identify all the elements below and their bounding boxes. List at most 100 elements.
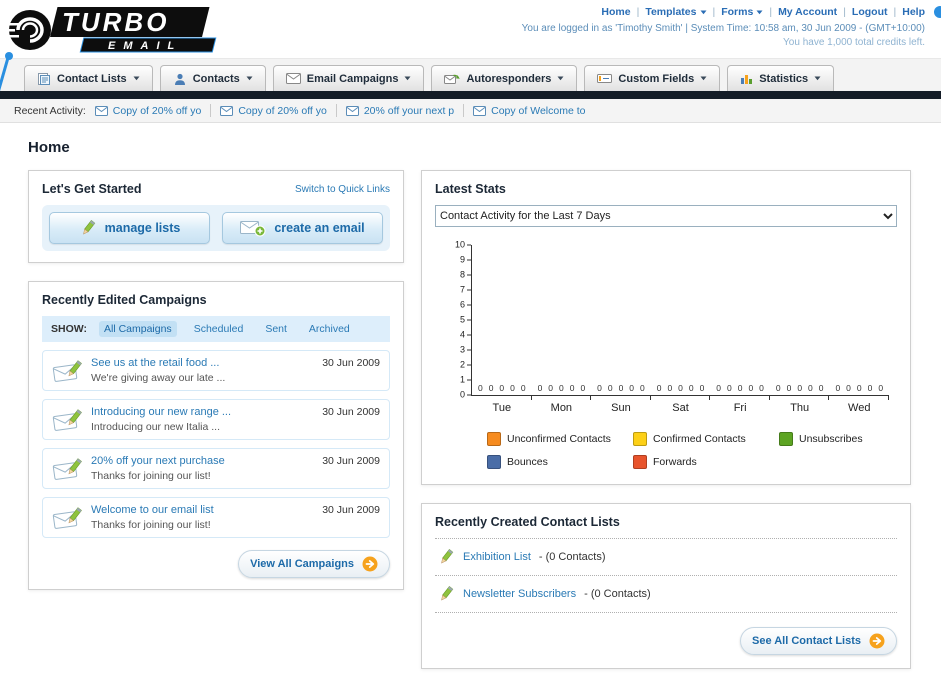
chevron-down-icon <box>700 76 707 81</box>
contact-list-link[interactable]: Exhibition List <box>463 551 531 563</box>
campaign-tab-archived[interactable]: Archived <box>304 321 355 337</box>
view-all-campaigns-button[interactable]: View All Campaigns <box>238 550 390 578</box>
nav-tab-contact-lists[interactable]: Contact Lists <box>24 65 153 91</box>
pencil-icon <box>437 548 455 566</box>
y-axis-tick: 0 <box>460 390 471 400</box>
autoresponders-icon <box>444 73 461 85</box>
statistics-icon <box>740 72 753 85</box>
campaign-subject: Introducing our new Italia ... <box>91 421 220 433</box>
email-campaigns-icon <box>285 73 301 84</box>
campaign-item[interactable]: Welcome to our email list Thanks for joi… <box>42 497 390 538</box>
campaign-tab-scheduled[interactable]: Scheduled <box>189 321 249 337</box>
activity-item[interactable]: Copy of 20% off yo <box>220 105 327 117</box>
view-all-campaigns-label: View All Campaigns <box>250 558 354 570</box>
link-separator: | <box>769 6 773 18</box>
chevron-down-icon <box>557 76 564 81</box>
campaign-title-link[interactable]: 20% off your next purchase <box>91 455 313 467</box>
campaign-item[interactable]: See us at the retail food ... We're givi… <box>42 350 390 391</box>
activity-item-label: 20% off your next p <box>363 104 455 117</box>
pencil-icon <box>437 585 455 603</box>
legend-item-unsubscribes: Unsubscribes <box>779 432 925 446</box>
left-column: Let's Get Started Switch to Quick Links … <box>28 170 404 590</box>
y-axis-tick: 6 <box>460 300 471 310</box>
switch-quick-links-link[interactable]: Switch to Quick Links <box>295 184 390 195</box>
y-axis-tick: 2 <box>460 360 471 370</box>
x-axis-label: Sun <box>611 402 631 414</box>
legend-item-confirmed-contacts: Confirmed Contacts <box>633 432 779 446</box>
header-link-help[interactable]: Help <box>902 6 925 18</box>
turbo-email-app: TURBO EMAIL Home | Templates | Forms | My Acco… <box>0 0 941 683</box>
chart-group-sat: 00000 <box>651 383 711 400</box>
header-link-templates[interactable]: Templates <box>645 6 706 18</box>
activity-item-label: Copy of 20% off yo <box>112 104 202 117</box>
envelope-pencil-icon <box>52 457 82 481</box>
activity-item[interactable]: 20% off your next p <box>345 104 455 117</box>
campaign-subject: Thanks for joining our list! <box>91 519 211 531</box>
campaign-title-link[interactable]: See us at the retail food ... <box>91 357 313 369</box>
x-axis-label: Fri <box>733 402 747 414</box>
nav-tabs: Contact Lists Contacts Email Campaigns A… <box>24 65 835 91</box>
activity-item-label: Copy of Welcome to <box>491 104 586 117</box>
legend-item-unconfirmed-contacts: Unconfirmed Contacts <box>487 432 633 446</box>
turbo-email-logo[interactable]: TURBO EMAIL <box>4 5 256 60</box>
recent-activity-bar: Recent Activity: Copy of 20% off yo Copy… <box>0 99 941 123</box>
envelope-icon <box>220 105 234 116</box>
y-axis-tick: 9 <box>460 255 471 265</box>
contact-list-items: Exhibition List - (0 Contacts) Newslette… <box>435 539 897 613</box>
campaign-item[interactable]: 20% off your next purchase Thanks for jo… <box>42 448 390 489</box>
envelope-pencil-icon <box>52 408 82 432</box>
nav-tab-autoresponders[interactable]: Autoresponders <box>431 65 578 91</box>
campaign-title-link[interactable]: Introducing our new range ... <box>91 406 313 418</box>
contact-list-item[interactable]: Exhibition List - (0 Contacts) <box>435 539 897 576</box>
envelope-icon <box>94 105 108 116</box>
campaign-tab-sent[interactable]: Sent <box>260 321 292 337</box>
activity-item[interactable]: Copy of Welcome to <box>473 105 585 117</box>
header-link-logout[interactable]: Logout <box>852 6 888 18</box>
create-email-button[interactable]: create an email <box>222 212 383 244</box>
header-link-my-account[interactable]: My Account <box>778 6 837 18</box>
x-axis-label: Thu <box>790 402 810 414</box>
see-all-contact-lists-label: See All Contact Lists <box>751 635 861 647</box>
contact-lists-icon <box>37 72 51 86</box>
contact-lists-panel-title: Recently Created Contact Lists <box>435 515 897 539</box>
chevron-down-icon <box>246 76 253 81</box>
activity-item-label: Copy of 20% off yo <box>238 104 327 117</box>
envelope-icon <box>473 105 487 116</box>
nav-tab-statistics[interactable]: Statistics <box>727 65 835 91</box>
right-column: Latest Stats Contact Activity for the La… <box>421 170 911 669</box>
campaign-item[interactable]: Introducing our new range ... Introducin… <box>42 399 390 440</box>
y-axis-tick: 7 <box>460 285 471 295</box>
decoration-dot <box>934 6 941 18</box>
y-axis-tick: 5 <box>460 315 471 325</box>
manage-lists-label: manage lists <box>104 221 181 235</box>
stats-filter-select[interactable]: Contact Activity for the Last 7 Days <box>435 205 897 227</box>
y-axis-tick: 4 <box>460 330 471 340</box>
logo-graphic: TURBO EMAIL <box>4 7 217 53</box>
x-axis-label: Tue <box>492 402 512 414</box>
see-all-contact-lists-button[interactable]: See All Contact Lists <box>739 627 897 655</box>
header-link-home[interactable]: Home <box>601 6 630 18</box>
campaign-date: 30 Jun 2009 <box>322 455 380 467</box>
campaign-date: 30 Jun 2009 <box>322 504 380 516</box>
chart-group-thu: 00000 <box>770 383 830 400</box>
chevron-down-icon <box>133 76 140 81</box>
divider <box>210 104 212 117</box>
chart-groups: 00000000000000000000000000000000000 <box>472 245 889 400</box>
contact-list-link[interactable]: Newsletter Subscribers <box>463 588 576 600</box>
header-link-forms[interactable]: Forms <box>721 6 763 18</box>
nav-tab-contacts[interactable]: Contacts <box>159 65 266 91</box>
divider <box>335 104 337 117</box>
header-links: Home | Templates | Forms | My Account | Logout | H… <box>522 6 925 18</box>
recent-contact-lists-panel: Recently Created Contact Lists Exhibitio… <box>421 503 911 669</box>
campaign-title-link[interactable]: Welcome to our email list <box>91 504 313 516</box>
nav-tab-custom-fields[interactable]: Custom Fields <box>584 65 721 91</box>
x-axis-label: Wed <box>848 402 871 414</box>
manage-lists-button[interactable]: manage lists <box>49 212 210 244</box>
login-info: You are logged in as 'Timothy Smith' | S… <box>521 23 925 34</box>
logo-text-turbo: TURBO <box>62 7 169 37</box>
contacts-icon <box>173 72 187 86</box>
nav-tab-email-campaigns[interactable]: Email Campaigns <box>272 65 425 91</box>
campaign-tab-all-campaigns[interactable]: All Campaigns <box>98 321 177 337</box>
contact-list-item[interactable]: Newsletter Subscribers - (0 Contacts) <box>435 576 897 613</box>
activity-item[interactable]: Copy of 20% off yo <box>94 104 202 117</box>
